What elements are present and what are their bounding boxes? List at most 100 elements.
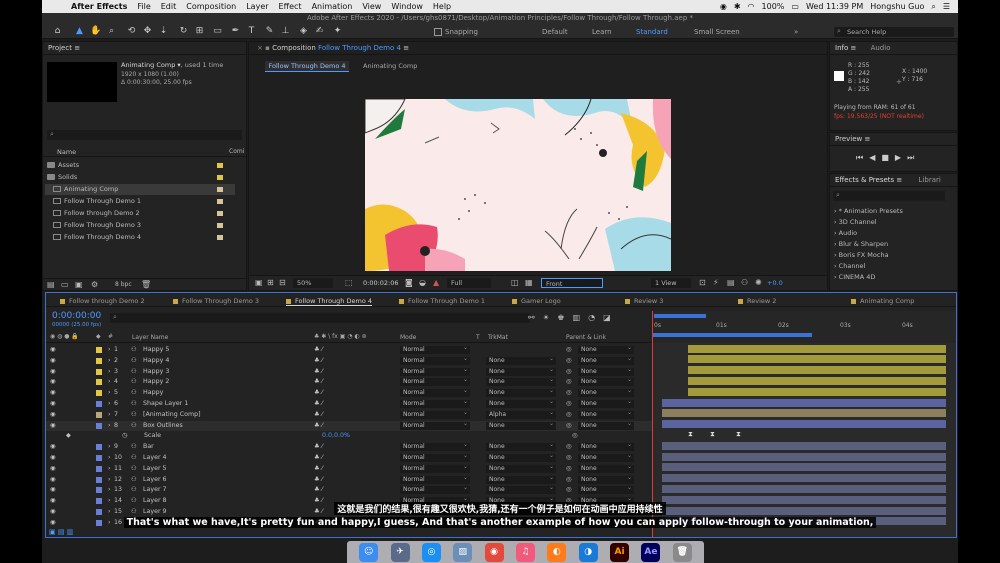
- property-row[interactable]: ◆ ◷ Scale 0.0,0.0% ◎: [46, 431, 652, 442]
- interpret-footage-icon[interactable]: ▤: [47, 280, 55, 289]
- parent-pickwhip-icon[interactable]: ◎: [566, 421, 572, 432]
- expand-arrow-icon[interactable]: ›: [108, 464, 111, 475]
- col-layer-name[interactable]: Layer Name: [132, 334, 168, 341]
- layer-duration-bar[interactable]: [688, 376, 946, 385]
- trash-dock-icon[interactable]: 🗑: [672, 542, 692, 562]
- battery-icon[interactable]: ▭: [791, 2, 799, 11]
- project-item[interactable]: Solids: [45, 172, 235, 183]
- pen-tool-icon[interactable]: ✒: [230, 26, 241, 37]
- fast-preview-icon[interactable]: ⚡: [713, 278, 719, 287]
- dolly-tool-icon[interactable]: ⇣: [158, 26, 169, 37]
- anchor-tool-icon[interactable]: ⊞: [194, 26, 205, 37]
- stop-icon[interactable]: ■: [881, 153, 895, 162]
- layer-row[interactable]: ◉ ›11 ⚇ Layer 5 ♣ ⁄ Normal None ◎ None: [46, 463, 652, 475]
- selected-comp-name[interactable]: Animating Comp ▾: [121, 61, 181, 69]
- effects-category[interactable]: › * Animation Presets: [834, 207, 903, 215]
- exposure-value[interactable]: +0.0: [767, 279, 783, 287]
- always-preview-icon[interactable]: ▣: [255, 278, 263, 287]
- visibility-eye-icon[interactable]: ◉: [50, 356, 56, 367]
- layer-row[interactable]: ◉ ›3 ⚇ Happy 3 ♣ ⁄ Normal None ◎ None: [46, 366, 652, 378]
- close-tab-icon[interactable]: ×: [257, 44, 263, 52]
- orbit-tool-icon[interactable]: ⟲: [126, 26, 137, 37]
- render-time-icon[interactable]: ▣: [49, 528, 56, 536]
- lock-icon[interactable]: ▪: [265, 44, 270, 52]
- menu-composition[interactable]: Composition: [181, 2, 241, 11]
- preview-menu-icon[interactable]: ≡: [864, 135, 870, 143]
- visibility-eye-icon[interactable]: ◉: [50, 410, 56, 421]
- layer-switches[interactable]: ♣ ⁄: [314, 475, 323, 486]
- layer-row[interactable]: ◉ ›4 ⚇ Happy 2 ♣ ⁄ Normal None ◎ None: [46, 376, 652, 388]
- tab-info[interactable]: Info: [835, 44, 848, 52]
- layer-switches[interactable]: ♣ ⁄: [314, 399, 323, 410]
- puppet-tool-icon[interactable]: ✦: [332, 26, 343, 37]
- track-matte-select[interactable]: None: [486, 387, 556, 398]
- timeline-tab[interactable]: Follow Through Demo 3: [173, 297, 259, 305]
- parent-pickwhip-icon[interactable]: ◎: [566, 377, 572, 388]
- layer-duration-bar[interactable]: [662, 441, 946, 450]
- camera-view-select[interactable]: Front: [541, 278, 603, 288]
- visibility-eye-icon[interactable]: ◉: [50, 475, 56, 486]
- track-matte-select[interactable]: None: [486, 452, 556, 462]
- timeline-current-time[interactable]: 0:00:00:00: [52, 311, 101, 321]
- parent-select[interactable]: None: [578, 441, 634, 452]
- layer-row[interactable]: ◉ ›9 ⚇ Bar ♣ ⁄ Normal None ◎ None: [46, 441, 652, 453]
- layer-row[interactable]: ◉ ›13 ⚇ Layer 7 ♣ ⁄ Normal None ◎ None: [46, 484, 652, 496]
- track-matte-select[interactable]: None: [486, 474, 556, 484]
- blend-mode-select[interactable]: Normal: [400, 387, 470, 398]
- firefox-icon[interactable]: ◐: [547, 542, 567, 562]
- region-of-interest-icon[interactable]: ◫: [511, 278, 519, 287]
- effects-category[interactable]: › CINEMA 4D: [834, 273, 875, 281]
- draft-3d-icon[interactable]: ✴: [543, 313, 558, 322]
- project-item[interactable]: Animating Comp: [45, 184, 235, 195]
- label-color-swatch[interactable]: [217, 175, 223, 180]
- parent-pickwhip-icon[interactable]: ◎: [566, 464, 572, 475]
- layer-duration-bar[interactable]: [662, 409, 946, 418]
- tab-audio[interactable]: Audio: [871, 44, 891, 52]
- label-color-swatch[interactable]: [217, 187, 223, 192]
- flowchart-icon[interactable]: ⚇: [741, 278, 748, 287]
- layer-duration-bar[interactable]: [688, 387, 946, 396]
- layer-duration-bar[interactable]: [688, 355, 946, 364]
- expand-arrow-icon[interactable]: ›: [108, 442, 111, 453]
- menu-edit[interactable]: Edit: [156, 2, 182, 11]
- visibility-eye-icon[interactable]: ◉: [50, 399, 56, 410]
- rotate-tool-icon[interactable]: ↻: [178, 26, 189, 37]
- edge-icon[interactable]: ◑: [578, 542, 598, 562]
- layer-name[interactable]: Layer 4: [143, 453, 167, 464]
- expand-arrow-icon[interactable]: ›: [108, 410, 111, 421]
- magnification-select[interactable]: 50%: [293, 278, 333, 288]
- info-menu-icon[interactable]: ≡: [850, 44, 858, 52]
- blend-mode-select[interactable]: Normal: [400, 474, 470, 484]
- illustrator-icon[interactable]: Ai: [610, 542, 630, 562]
- menu-animation[interactable]: Animation: [307, 2, 358, 11]
- workspace-small-screen[interactable]: Small Screen: [694, 28, 740, 36]
- zoom-tool-icon[interactable]: ⌕: [106, 26, 117, 37]
- col-trkmat[interactable]: TrkMat: [488, 334, 508, 341]
- work-area-bar[interactable]: [654, 314, 706, 318]
- workspace-default[interactable]: Default: [542, 28, 568, 36]
- layer-label-swatch[interactable]: [96, 465, 102, 472]
- frame-blending-icon[interactable]: ▥: [573, 313, 589, 322]
- effects-search-input[interactable]: ⌕: [833, 191, 945, 201]
- parent-pickwhip-icon[interactable]: ◎: [566, 475, 572, 486]
- visibility-eye-icon[interactable]: ◉: [50, 421, 56, 432]
- show-channel-icon[interactable]: ◒: [419, 278, 426, 287]
- breadcrumb-animating-comp[interactable]: Animating Comp: [363, 62, 417, 70]
- layer-label-swatch[interactable]: [96, 444, 102, 451]
- composition-menu-icon[interactable]: ≡: [403, 44, 409, 52]
- blend-mode-select[interactable]: Normal: [400, 355, 470, 365]
- layer-row[interactable]: ◉ ›8 ⚇ Box Outlines ♣ ⁄ Normal None ◎ None: [46, 420, 652, 432]
- project-col-name[interactable]: Name: [57, 148, 76, 156]
- tab-libraries[interactable]: Librari: [919, 176, 941, 184]
- shy-icon[interactable]: ♚: [557, 313, 572, 322]
- menubar-user[interactable]: Hongshu Guo: [870, 2, 924, 11]
- visibility-eye-icon[interactable]: ◉: [50, 453, 56, 464]
- blend-mode-select[interactable]: Normal: [400, 366, 470, 376]
- layer-name[interactable]: Happy 2: [143, 377, 169, 388]
- parent-pickwhip-icon[interactable]: ◎: [566, 399, 572, 410]
- visibility-eye-icon[interactable]: ◉: [50, 442, 56, 453]
- blend-mode-select[interactable]: Normal: [400, 376, 470, 387]
- view-layout-select[interactable]: 1 View: [651, 278, 691, 288]
- brush-tool-icon[interactable]: ✎: [264, 26, 275, 37]
- layer-row[interactable]: ◉ ›7 ⚇ [Animating Comp] ♣ ⁄ Normal Alpha ◎ None: [46, 409, 652, 421]
